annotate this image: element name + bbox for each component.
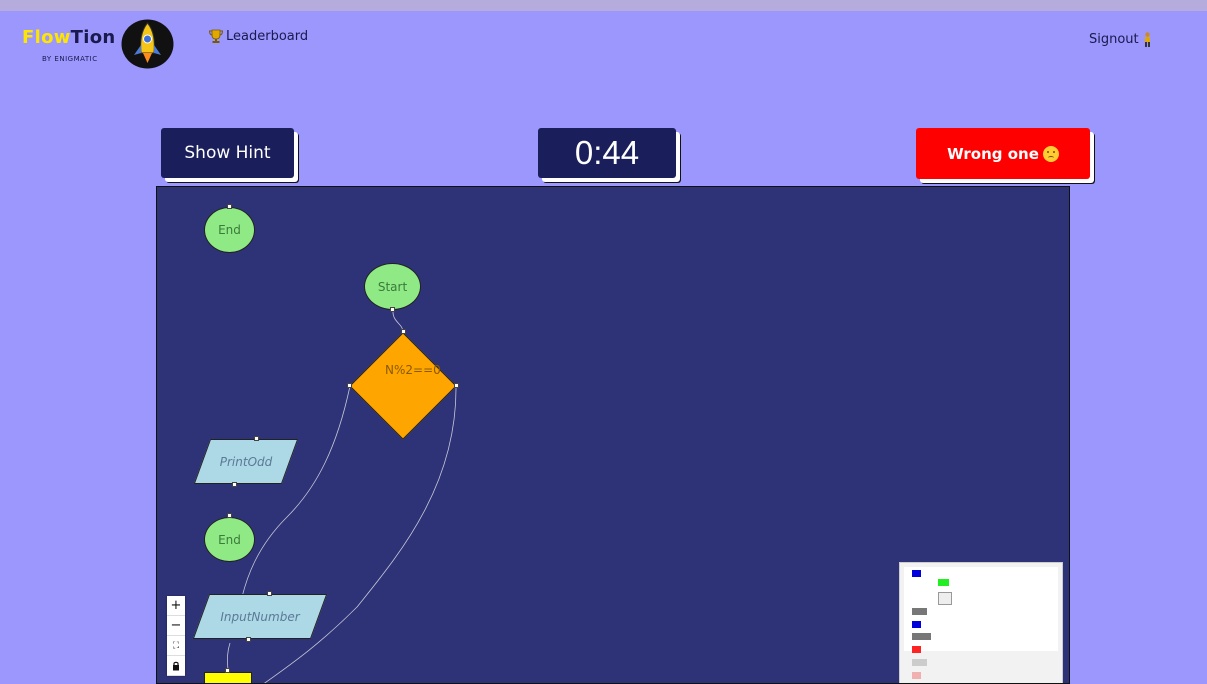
print-odd-label: PrintOdd xyxy=(219,454,273,469)
show-hint-button[interactable]: Show Hint xyxy=(161,128,294,178)
minimap-node xyxy=(912,570,921,577)
minimap-node xyxy=(912,621,921,628)
result-button[interactable]: Wrong one xyxy=(916,128,1090,179)
end-node-top[interactable]: End xyxy=(204,207,255,253)
node-handle[interactable] xyxy=(347,383,352,388)
process-node[interactable] xyxy=(204,672,252,683)
node-handle[interactable] xyxy=(227,204,232,209)
result-label: Wrong one xyxy=(947,144,1039,163)
input-number-node[interactable]: InputNumber xyxy=(201,594,319,639)
signout-label: Signout xyxy=(1089,32,1139,47)
node-handle[interactable] xyxy=(246,637,251,642)
lock-icon xyxy=(173,661,179,670)
end-node-mid[interactable]: End xyxy=(204,517,255,562)
brand-flow: Flow xyxy=(22,27,71,48)
end-node-mid-label: End xyxy=(218,532,241,547)
signout-link[interactable]: Signout xyxy=(1089,32,1152,47)
sad-face-icon xyxy=(1042,145,1059,162)
minimap-node xyxy=(912,659,927,666)
top-border xyxy=(0,0,1207,11)
end-node-top-label: End xyxy=(218,223,241,237)
lock-button[interactable] xyxy=(167,656,185,676)
decision-node-label: N%2==0 xyxy=(385,363,441,377)
node-handle[interactable] xyxy=(267,591,272,596)
trophy-icon xyxy=(208,29,224,43)
minimap-node xyxy=(912,646,921,653)
canvas-controls: + − ⛶ xyxy=(167,596,185,676)
leaderboard-label: Leaderboard xyxy=(226,29,309,44)
minimap-node xyxy=(912,672,921,679)
minimap[interactable] xyxy=(899,562,1063,683)
node-handle[interactable] xyxy=(227,513,232,518)
node-handle[interactable] xyxy=(390,307,395,312)
flowchart-canvas[interactable]: End Start N%2==0 PrintOdd End InputNumbe… xyxy=(156,186,1070,684)
brand-logo-text[interactable]: FlowTion xyxy=(22,27,116,48)
node-handle[interactable] xyxy=(232,482,237,487)
node-handle[interactable] xyxy=(254,436,259,441)
minimap-node xyxy=(912,633,931,640)
brand-subtitle: BY ENIGMATIC xyxy=(42,55,98,63)
node-handle[interactable] xyxy=(401,329,406,334)
zoom-out-button[interactable]: − xyxy=(167,616,185,636)
edge-input-process xyxy=(227,642,231,671)
start-node-label: Start xyxy=(377,279,408,294)
node-handle[interactable] xyxy=(225,668,230,673)
minimap-node xyxy=(912,608,927,615)
minimap-node xyxy=(938,592,952,605)
fit-view-icon: ⛶ xyxy=(172,640,180,651)
leaderboard-link[interactable]: Leaderboard xyxy=(208,29,308,44)
input-number-label: InputNumber xyxy=(220,609,300,624)
start-node[interactable]: Start xyxy=(364,263,421,310)
decision-shape xyxy=(349,332,457,440)
brand-tion: Tion xyxy=(70,27,116,48)
decision-node[interactable]: N%2==0 xyxy=(349,332,457,440)
edge-decision-left xyxy=(241,385,351,598)
fit-view-button[interactable]: ⛶ xyxy=(167,636,185,656)
node-handle[interactable] xyxy=(454,383,459,388)
zoom-in-button[interactable]: + xyxy=(167,596,185,616)
minimap-node xyxy=(938,579,949,586)
print-odd-node[interactable]: PrintOdd xyxy=(202,439,290,484)
person-icon xyxy=(1144,32,1150,47)
countdown-timer: 0:44 xyxy=(538,128,676,178)
rocket-logo xyxy=(121,19,174,69)
